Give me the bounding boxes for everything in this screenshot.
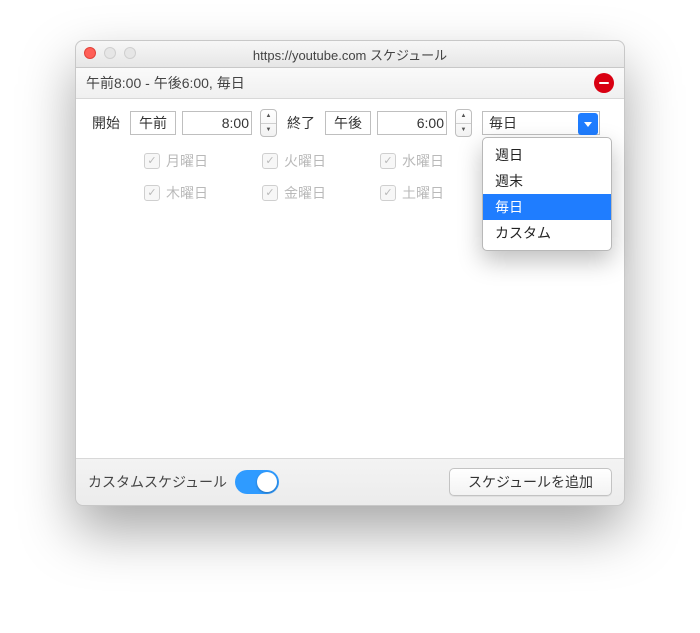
frequency-dropdown: 週日 週末 毎日 カスタム bbox=[482, 137, 612, 251]
add-schedule-button[interactable]: スケジュールを追加 bbox=[449, 468, 612, 496]
time-range-row: 開始 午前 8:00 終了 午後 6:00 毎日 週日 週末 毎日 bbox=[88, 109, 612, 137]
schedule-summary-text: 午前8:00 - 午後6:00, 毎日 bbox=[86, 73, 245, 93]
chevron-down-icon[interactable] bbox=[456, 124, 471, 137]
zoom-icon[interactable] bbox=[124, 47, 136, 59]
checkbox-icon bbox=[262, 185, 278, 201]
window-title: https://youtube.com スケジュール bbox=[76, 45, 624, 64]
checkbox-icon bbox=[144, 153, 160, 169]
day-sat: 土曜日 bbox=[380, 183, 480, 203]
minimize-icon[interactable] bbox=[104, 47, 116, 59]
checkbox-icon bbox=[380, 185, 396, 201]
end-label: 終了 bbox=[283, 113, 319, 133]
custom-schedule-toggle[interactable] bbox=[235, 470, 279, 494]
window: https://youtube.com スケジュール 午前8:00 - 午後6:… bbox=[75, 40, 625, 506]
start-label: 開始 bbox=[88, 113, 124, 133]
end-time-stepper[interactable] bbox=[455, 109, 472, 137]
chevron-up-icon[interactable] bbox=[261, 110, 276, 124]
checkbox-icon bbox=[380, 153, 396, 169]
titlebar: https://youtube.com スケジュール bbox=[76, 41, 624, 68]
day-wed: 水曜日 bbox=[380, 151, 480, 171]
chevron-down-icon[interactable] bbox=[261, 124, 276, 137]
frequency-option-everyday[interactable]: 毎日 bbox=[483, 194, 611, 220]
day-tue: 火曜日 bbox=[262, 151, 362, 171]
chevron-down-icon[interactable] bbox=[578, 113, 598, 135]
schedule-summary-row: 午前8:00 - 午後6:00, 毎日 bbox=[76, 68, 624, 99]
custom-schedule-label: カスタムスケジュール bbox=[88, 472, 227, 492]
end-ampm-field[interactable]: 午後 bbox=[325, 111, 371, 135]
start-ampm-field[interactable]: 午前 bbox=[130, 111, 176, 135]
frequency-option-weekday[interactable]: 週日 bbox=[483, 142, 611, 168]
close-icon[interactable] bbox=[84, 47, 96, 59]
checkbox-icon bbox=[144, 185, 160, 201]
chevron-up-icon[interactable] bbox=[456, 110, 471, 124]
frequency-option-weekend[interactable]: 週末 bbox=[483, 168, 611, 194]
end-time-field[interactable]: 6:00 bbox=[377, 111, 447, 135]
schedule-form: 開始 午前 8:00 終了 午後 6:00 毎日 週日 週末 毎日 bbox=[76, 99, 624, 459]
start-time-field[interactable]: 8:00 bbox=[182, 111, 252, 135]
frequency-select[interactable]: 毎日 週日 週末 毎日 カスタム bbox=[482, 111, 600, 135]
frequency-option-custom[interactable]: カスタム bbox=[483, 220, 611, 246]
window-controls bbox=[84, 47, 136, 59]
footer: カスタムスケジュール スケジュールを追加 bbox=[76, 459, 624, 505]
day-mon: 月曜日 bbox=[144, 151, 244, 171]
day-fri: 金曜日 bbox=[262, 183, 362, 203]
remove-schedule-icon[interactable] bbox=[594, 73, 614, 93]
day-thu: 木曜日 bbox=[144, 183, 244, 203]
checkbox-icon bbox=[262, 153, 278, 169]
frequency-selected: 毎日 bbox=[489, 113, 517, 133]
start-time-stepper[interactable] bbox=[260, 109, 277, 137]
